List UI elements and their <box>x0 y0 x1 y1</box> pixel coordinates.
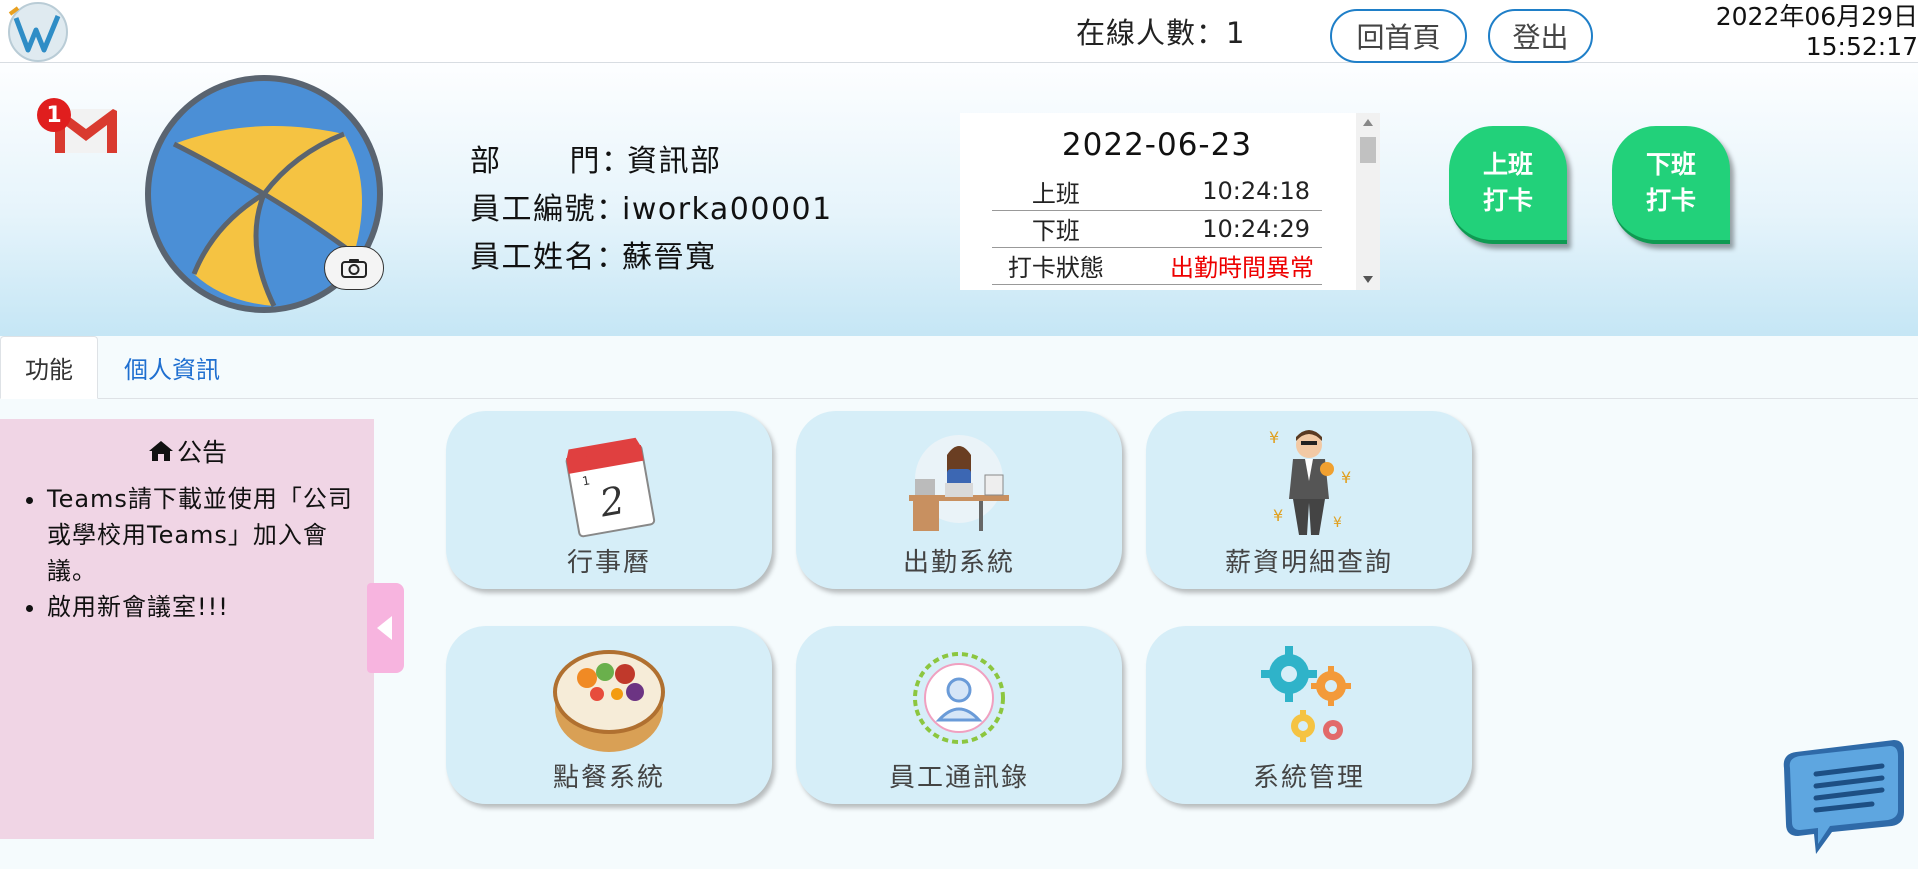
tile-attendance[interactable]: 出勤系統 <box>796 411 1122 589</box>
announcement-panel: 公告 Teams請下載並使用「公司或學校用Teams」加入會議。 啟用新會議室!… <box>0 419 374 839</box>
punch-row-label: 下班 <box>992 210 1120 248</box>
online-users-count: 1 <box>1226 16 1246 50</box>
punch-row-label: 打卡狀態 <box>992 247 1120 285</box>
clock-in-line-1: 上班 <box>1482 150 1533 179</box>
home-button[interactable]: 回首頁 <box>1330 9 1467 63</box>
colon: ： <box>601 144 633 179</box>
employee-name-value: 蘇晉寬 <box>622 240 717 275</box>
department-label: 部門 <box>470 138 601 186</box>
collapse-panel-button[interactable] <box>367 583 404 673</box>
clock-out-line-1: 下班 <box>1645 150 1696 179</box>
punch-scrollbar[interactable] <box>1356 113 1380 290</box>
tile-salary[interactable]: ¥ ¥ ¥ ¥ 薪資明細查詢 <box>1146 411 1472 589</box>
top-bar: 在線人數：1 回首頁 登出 2022年06月29日 15:52:17 <box>0 0 1918 63</box>
employee-name-label: 員工姓名 <box>470 240 596 275</box>
online-users-label: 在線人數： <box>1076 16 1227 50</box>
tile-label: 出勤系統 <box>902 548 1015 578</box>
employee-id-label: 員工編號 <box>470 192 596 227</box>
colon: ： <box>596 192 628 227</box>
colon: ： <box>596 240 628 275</box>
tab-personal-info[interactable]: 個人資訊 <box>108 336 236 399</box>
department-row: 部門：資訊部 <box>470 138 833 186</box>
svg-text:¥: ¥ <box>1333 515 1342 531</box>
table-row: 下班 10:24:29 <box>992 210 1322 248</box>
company-logo[interactable] <box>4 0 68 64</box>
home-icon <box>148 441 173 461</box>
scroll-down-icon[interactable] <box>1363 276 1373 283</box>
scroll-up-icon[interactable] <box>1363 119 1373 126</box>
department-label-char-2: 門 <box>569 144 601 179</box>
tile-label: 薪資明細查詢 <box>1224 548 1393 578</box>
employee-name-row: 員工姓名：蘇晉寬 <box>470 234 833 282</box>
employee-id-value: iworka00001 <box>622 192 833 227</box>
tab-bar: 功能 個人資訊 <box>0 336 1918 399</box>
clock-in-button[interactable]: 上班 打卡 <box>1449 126 1567 244</box>
online-users: 在線人數：1 <box>1076 10 1245 52</box>
tile-calendar[interactable]: 2 1 行事曆 <box>446 411 772 589</box>
clock-out-button[interactable]: 下班 打卡 <box>1612 126 1730 244</box>
office-worker-icon <box>909 435 1009 531</box>
tile-label: 系統管理 <box>1252 763 1365 793</box>
punch-record-panel: 2022-06-23 上班 10:24:18 下班 10:24:29 打卡狀態 … <box>960 113 1380 290</box>
clock-out-label: 下班 打卡 <box>1646 147 1696 219</box>
tile-label: 點餐系統 <box>552 763 665 793</box>
salary-icon: ¥ ¥ ¥ ¥ <box>1269 428 1351 535</box>
employee-info: 部門：資訊部 員工編號： iworka00001 員工姓名：蘇晉寬 <box>470 138 833 282</box>
list-item: Teams請下載並使用「公司或學校用Teams」加入會議。 <box>47 481 360 589</box>
punch-status-value: 出勤時間異常 <box>1119 247 1322 285</box>
punch-row-value: 10:24:18 <box>1119 173 1322 211</box>
tile-employee-directory[interactable]: 員工通訊錄 <box>796 626 1122 804</box>
department-label-char-1: 部 <box>470 144 502 179</box>
announcement-title: 公告 <box>0 433 374 469</box>
department-value: 資訊部 <box>627 144 722 179</box>
chat-icon[interactable] <box>1776 734 1908 860</box>
table-row: 上班 10:24:18 <box>992 173 1322 211</box>
current-date: 2022年06月29日 <box>1715 2 1918 31</box>
list-item: 啟用新會議室!!! <box>47 589 360 625</box>
clock-out-line-2: 打卡 <box>1645 186 1696 215</box>
punch-date: 2022-06-23 <box>1061 127 1253 163</box>
tile-label: 行事曆 <box>566 548 651 578</box>
svg-text:¥: ¥ <box>1273 506 1283 525</box>
clock-in-line-2: 打卡 <box>1482 186 1533 215</box>
tile-label: 員工通訊錄 <box>888 763 1029 793</box>
clock-in-label: 上班 打卡 <box>1483 147 1533 219</box>
svg-text:¥: ¥ <box>1341 468 1351 487</box>
tile-meal-order[interactable]: 點餐系統 <box>446 626 772 804</box>
contact-icon <box>913 652 1005 744</box>
current-time: 15:52:17 <box>1805 32 1918 61</box>
logout-button[interactable]: 登出 <box>1488 9 1593 63</box>
mail-badge: 1 <box>37 98 71 132</box>
employee-id-row: 員工編號： iworka00001 <box>470 186 833 234</box>
change-photo-button[interactable] <box>324 246 384 290</box>
scroll-thumb[interactable] <box>1360 137 1376 163</box>
table-row: 打卡狀態 出勤時間異常 <box>992 247 1322 285</box>
announcement-title-text: 公告 <box>176 438 227 467</box>
punch-row-label: 上班 <box>992 173 1120 211</box>
datetime-display: 2022年06月29日 15:52:17 <box>1716 2 1918 62</box>
tile-system-admin[interactable]: 系統管理 <box>1146 626 1472 804</box>
bento-icon <box>553 650 665 752</box>
calendar-icon: 2 1 <box>565 437 656 538</box>
announcement-list: Teams請下載並使用「公司或學校用Teams」加入會議。 啟用新會議室!!! <box>47 481 360 625</box>
punch-table: 上班 10:24:18 下班 10:24:29 打卡狀態 出勤時間異常 <box>992 173 1322 285</box>
punch-row-value: 10:24:29 <box>1119 210 1322 248</box>
gears-icon <box>1261 646 1351 742</box>
camera-icon <box>341 259 367 278</box>
chevron-left-icon <box>377 616 392 640</box>
tab-functions[interactable]: 功能 <box>0 336 98 399</box>
svg-text:¥: ¥ <box>1269 428 1279 447</box>
